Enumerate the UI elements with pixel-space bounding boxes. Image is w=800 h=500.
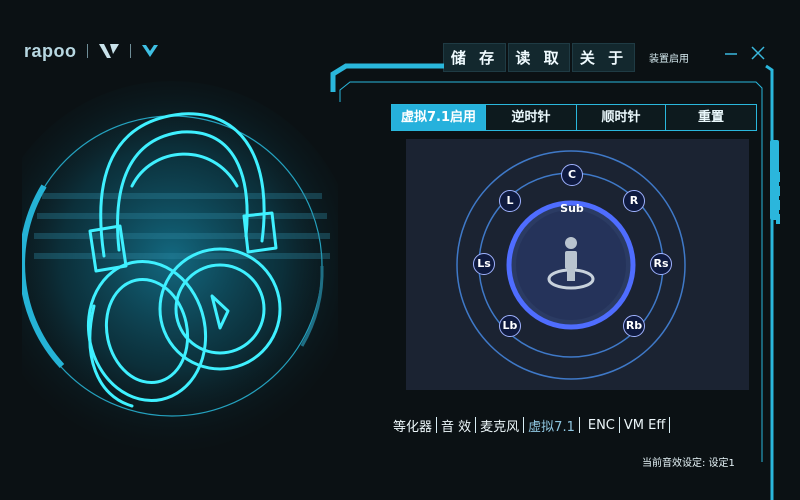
headset-illustration bbox=[22, 81, 338, 451]
nav-equalizer[interactable]: 等化器 bbox=[389, 416, 436, 435]
speaker-sub[interactable]: Sub bbox=[558, 200, 586, 218]
nav-virtual-71[interactable]: 虚拟7.1 bbox=[524, 416, 579, 435]
speaker-right[interactable]: R bbox=[623, 190, 645, 212]
tab-virtual-71[interactable]: 虚拟7.1启用 bbox=[392, 105, 486, 130]
brand-divider bbox=[86, 44, 88, 58]
minimize-icon[interactable] bbox=[724, 46, 738, 60]
speaker-right-surround[interactable]: Rs bbox=[650, 253, 672, 275]
tab-reset[interactable]: 重置 bbox=[666, 105, 756, 130]
speaker-left-surround[interactable]: Ls bbox=[473, 253, 495, 275]
user-icon bbox=[547, 237, 595, 290]
nav-divider bbox=[669, 417, 671, 433]
brand-name: rapoo bbox=[24, 40, 77, 61]
speaker-center[interactable]: C bbox=[561, 164, 583, 186]
scrollbar[interactable] bbox=[770, 140, 779, 220]
rapoo-v-logo-icon bbox=[98, 44, 119, 58]
current-preset-label: 当前音效设定: 设定1 bbox=[642, 458, 735, 469]
nav-vm-eff[interactable]: VM Eff bbox=[620, 418, 669, 433]
bottom-nav: 等化器 音 效 麦克风 虚拟7.1 ENC VM Eff bbox=[389, 416, 671, 435]
brand-logo: rapoo bbox=[24, 40, 159, 62]
surround-stage: C L R Sub Ls Rs Lb Rb bbox=[406, 139, 749, 390]
nav-sound-effects[interactable]: 音 效 bbox=[437, 416, 475, 435]
brand-divider-2 bbox=[129, 44, 131, 58]
speaker-left-back[interactable]: Lb bbox=[499, 315, 521, 337]
speaker-right-back[interactable]: Rb bbox=[623, 315, 645, 337]
close-icon[interactable] bbox=[750, 45, 766, 61]
nav-enc[interactable]: ENC bbox=[580, 418, 619, 433]
v-logo-icon bbox=[141, 45, 158, 57]
speaker-left[interactable]: L bbox=[499, 190, 521, 212]
tab-counterclockwise[interactable]: 逆时针 bbox=[486, 105, 577, 130]
tab-bar: 虚拟7.1启用 逆时针 顺时针 重置 bbox=[391, 104, 757, 131]
nav-microphone[interactable]: 麦克风 bbox=[476, 416, 523, 435]
tab-clockwise[interactable]: 顺时针 bbox=[577, 105, 666, 130]
